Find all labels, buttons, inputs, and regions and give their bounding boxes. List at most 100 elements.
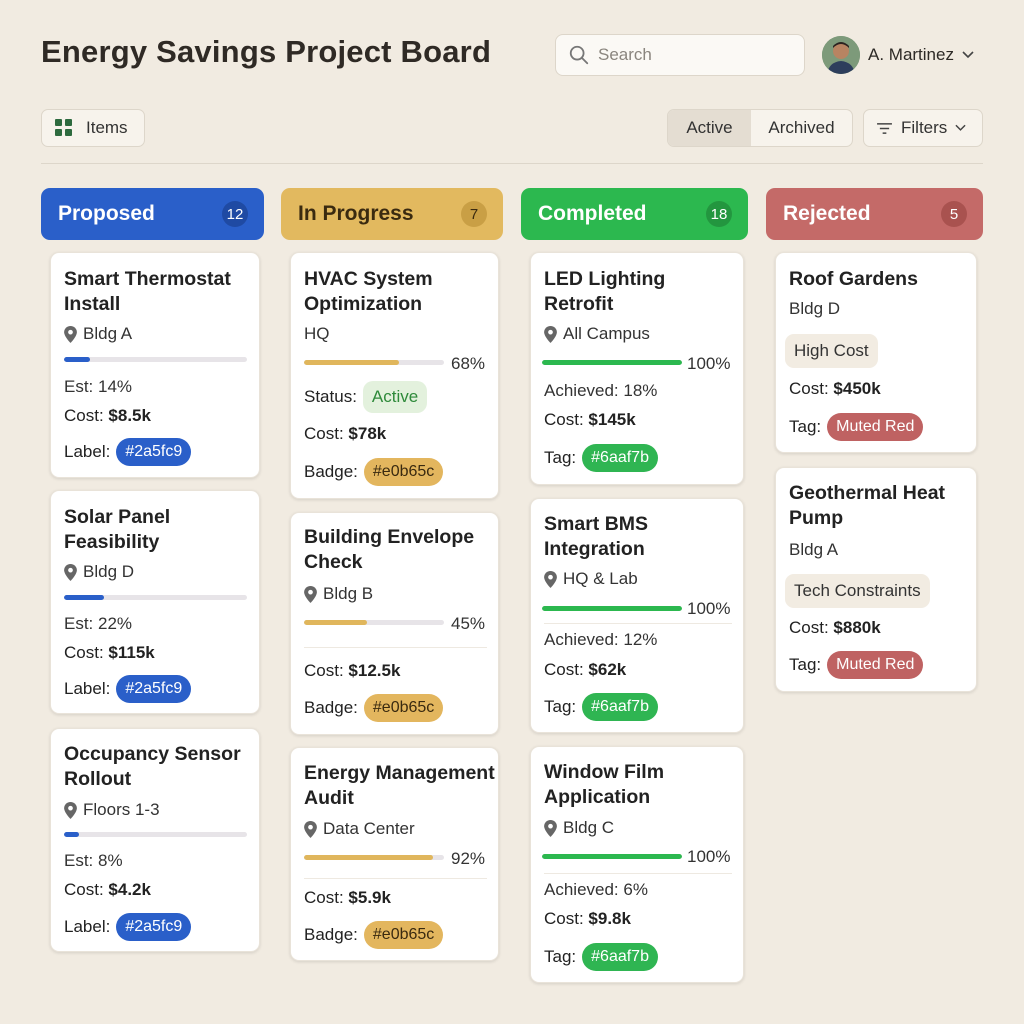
user-name: A. Martinez <box>868 45 954 64</box>
achieved-text: Achieved: 12% <box>544 630 658 649</box>
card-title: Energy Management Audit <box>304 762 495 809</box>
label-pill: #2a5fc9 <box>116 675 192 703</box>
filters-button[interactable]: Filters <box>863 109 983 147</box>
progress-bar-fill <box>542 360 682 365</box>
card-building-envelope-check[interactable]: Building Envelope Check Bldg B 45% Cost:… <box>290 512 499 735</box>
achieved-text: Achieved: 6% <box>544 880 648 899</box>
label-line: Label: #2a5fc9 <box>64 913 192 941</box>
tag-line: Tag: #6aaf7b <box>544 693 658 721</box>
card-smart-thermostat-install[interactable]: Smart Thermostat Install Bldg A Est: 14%… <box>50 252 260 478</box>
card-location: Bldg C <box>544 818 614 838</box>
tag-pill: #6aaf7b <box>582 943 658 971</box>
column-count-badge: 12 <box>222 201 248 227</box>
card-roof-gardens[interactable]: Roof Gardens Bldg D High Cost Cost: $450… <box>775 252 977 453</box>
search-input[interactable] <box>598 45 788 65</box>
tag-pill: Muted Red <box>827 413 924 441</box>
cost-line: Cost: $4.2k <box>64 880 151 899</box>
card-title: LED Lighting Retrofit <box>544 268 666 315</box>
filter-icon <box>877 122 892 134</box>
card-title: Smart BMS Integration <box>544 513 649 560</box>
divider <box>544 873 732 874</box>
divider <box>544 623 732 624</box>
progress-bar <box>64 595 247 600</box>
progress-bar <box>542 854 682 859</box>
progress-bar <box>542 606 682 611</box>
badge-line: Badge: #e0b65c <box>304 458 444 486</box>
estimate-text: Est: 22% <box>64 614 133 633</box>
divider <box>304 647 487 648</box>
filters-label: Filters <box>901 118 948 137</box>
column-count-badge: 5 <box>941 201 967 227</box>
progress-bar <box>542 360 682 365</box>
card-location: Data Center <box>304 819 415 839</box>
tag-pill: Muted Red <box>827 651 924 679</box>
location-pin-icon <box>64 801 77 819</box>
card-led-lighting-retrofit[interactable]: LED Lighting Retrofit All Campus 100% Ac… <box>530 252 744 485</box>
progress-bar <box>64 357 247 362</box>
tag-pill: #6aaf7b <box>582 693 658 721</box>
status-line: Status: Active <box>304 381 428 413</box>
card-energy-management-audit[interactable]: Energy Management Audit Data Center 92% … <box>290 747 499 961</box>
tag-pill: #6aaf7b <box>582 444 658 472</box>
user-menu[interactable]: A. Martinez <box>822 36 974 74</box>
cost-line: Cost: $62k <box>544 660 627 679</box>
label-line: Label: #2a5fc9 <box>64 675 192 703</box>
card-location: All Campus <box>544 324 650 344</box>
card-location: Bldg B <box>304 584 373 604</box>
tag-line: Tag: #6aaf7b <box>544 444 658 472</box>
badge-line: Badge: #e0b65c <box>304 694 444 722</box>
column-header-in-progress[interactable]: In Progress 7 <box>281 188 503 240</box>
card-occupancy-sensor-rollout[interactable]: Occupancy Sensor Rollout Floors 1-3 Est:… <box>50 728 260 952</box>
page-title: Energy Savings Project Board <box>41 34 492 69</box>
cost-line: Cost: $12.5k <box>304 661 401 680</box>
progress-bar-fill <box>64 595 105 600</box>
chevron-down-icon <box>962 51 974 59</box>
archived-view-button[interactable]: Archived <box>751 110 852 146</box>
card-location: Floors 1-3 <box>64 800 160 820</box>
search-icon <box>569 45 589 65</box>
label-pill: #2a5fc9 <box>116 913 192 941</box>
progress-bar-fill <box>304 360 400 365</box>
card-window-film-application[interactable]: Window Film Application Bldg C 100% Achi… <box>530 746 744 983</box>
search-box[interactable] <box>555 34 805 76</box>
progress-bar-fill <box>304 855 433 860</box>
progress-bar <box>304 620 444 625</box>
card-geothermal-heat-pump[interactable]: Geothermal Heat Pump Bldg A Tech Constra… <box>775 467 977 692</box>
badge-line: Badge: #e0b65c <box>304 921 444 949</box>
card-location: HQ <box>304 324 330 343</box>
active-view-button[interactable]: Active <box>668 110 751 146</box>
card-title: Geothermal Heat Pump <box>789 482 946 529</box>
grid-icon <box>55 119 72 136</box>
progress-bar-fill <box>64 832 79 837</box>
label-line: Label: #2a5fc9 <box>64 438 192 466</box>
progress-bar-fill <box>304 620 367 625</box>
card-hvac-system-optimization[interactable]: HVAC System Optimization HQ 68% Status: A… <box>290 252 499 499</box>
card-title: Building Envelope Check <box>304 526 475 573</box>
label-pill: #2a5fc9 <box>116 438 192 466</box>
location-pin-icon <box>64 563 77 581</box>
progress-bar-fill <box>542 606 682 611</box>
column-header-completed[interactable]: Completed 18 <box>521 188 748 240</box>
card-title: Solar Panel Feasibility <box>64 506 171 553</box>
badge-pill: #e0b65c <box>363 921 444 949</box>
card-location: HQ & Lab <box>544 569 638 589</box>
progress-percent: 68% <box>451 354 486 373</box>
location-pin-icon <box>304 585 317 603</box>
column-title: Proposed <box>58 202 155 225</box>
location-pin-icon <box>544 325 557 343</box>
card-solar-panel-feasibility[interactable]: Solar Panel Feasibility Bldg D Est: 22% … <box>50 490 260 714</box>
card-smart-bms-integration[interactable]: Smart BMS Integration HQ & Lab 100% Achi… <box>530 498 744 733</box>
column-header-rejected[interactable]: Rejected 5 <box>766 188 983 240</box>
tag-line: Tag: Muted Red <box>789 413 924 441</box>
items-button[interactable]: Items <box>41 109 145 147</box>
location-pin-icon <box>304 820 317 838</box>
column-header-proposed[interactable]: Proposed 12 <box>41 188 264 240</box>
column-title: Completed <box>538 202 647 225</box>
divider <box>41 163 983 164</box>
card-location: Bldg D <box>789 299 841 318</box>
cost-line: Cost: $78k <box>304 424 387 443</box>
progress-bar <box>304 360 444 365</box>
rejection-reason-tag: High Cost <box>785 334 878 368</box>
cost-line: Cost: $115k <box>64 643 155 662</box>
cost-line: Cost: $8.5k <box>64 406 151 425</box>
